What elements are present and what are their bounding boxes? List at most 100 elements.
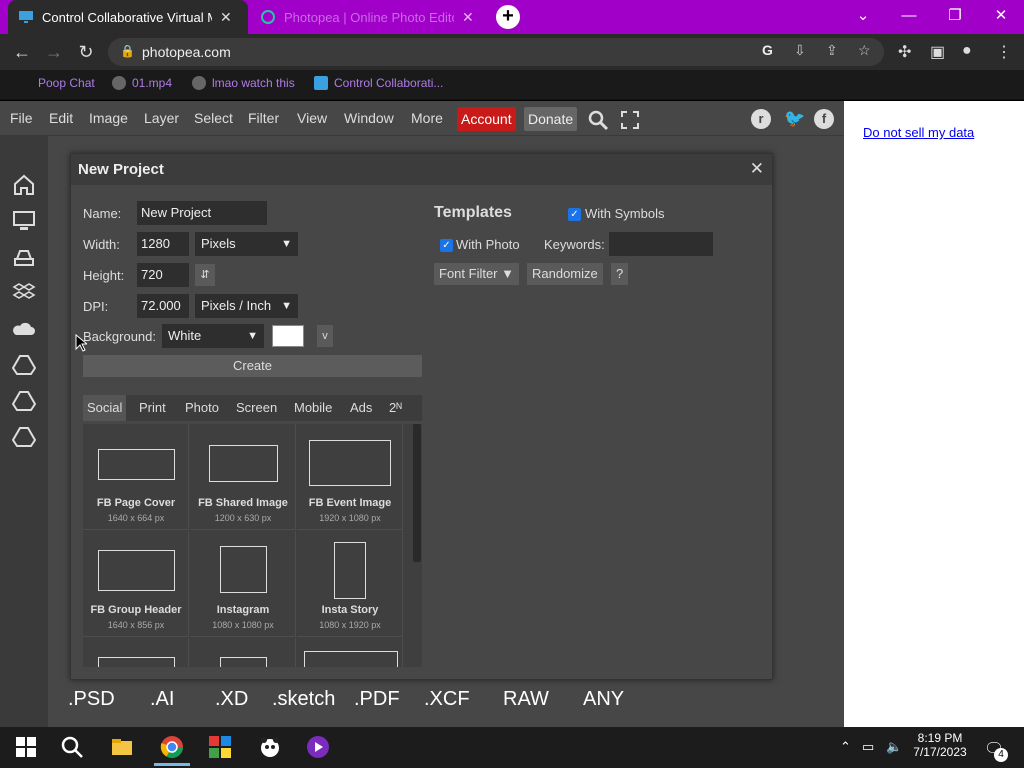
extensions-icon[interactable]: ✣	[898, 42, 911, 62]
forward-icon[interactable]: →	[42, 40, 66, 64]
tab-control-collaborative[interactable]: Control Collaborative Virtual Ma ✕	[8, 0, 248, 34]
dpi-field[interactable]: 72.000	[137, 294, 189, 318]
menu-view[interactable]: View	[297, 110, 327, 126]
onedrive-icon[interactable]	[12, 317, 36, 341]
format-xcf[interactable]: .XCF	[424, 688, 470, 711]
template-card[interactable]: FB Shared Image 1200 x 630 px	[190, 424, 296, 530]
dropbox-icon[interactable]	[12, 281, 36, 305]
panda-app-icon[interactable]	[258, 735, 282, 759]
height-field[interactable]: 720	[137, 263, 189, 287]
tab-screen[interactable]: Screen	[232, 395, 281, 421]
format-raw[interactable]: RAW	[503, 688, 549, 711]
url-bar[interactable]: 🔒 photopea.com G ⇩ ⇪ ☆	[108, 38, 884, 66]
donate-button[interactable]: Donate	[524, 107, 578, 131]
close-window-button[interactable]: ✕	[978, 0, 1024, 34]
format-xd[interactable]: .XD	[215, 688, 248, 711]
font-filter-button[interactable]: Font Filter ▼	[434, 263, 519, 285]
home-icon[interactable]	[12, 173, 36, 197]
tab-2n[interactable]: 2ᴺ	[385, 395, 406, 421]
background-select[interactable]: White ▼	[162, 324, 264, 348]
side-panel-icon[interactable]: ▣	[930, 42, 945, 62]
bookmark-star-icon[interactable]: ☆	[858, 42, 871, 59]
fullscreen-icon[interactable]	[621, 111, 639, 129]
search-icon[interactable]	[587, 109, 609, 131]
with-photo-checkbox[interactable]: ✓	[440, 239, 453, 252]
template-card[interactable]: FB Event Image 1920 x 1080 px	[297, 424, 403, 530]
template-card[interactable]: Instagram 1080 x 1080 px	[190, 531, 296, 637]
with-symbols-checkbox[interactable]: ✓	[568, 208, 581, 221]
template-card[interactable]: Insta Story 1080 x 1920 px	[297, 531, 403, 637]
menu-window[interactable]: Window	[344, 110, 394, 126]
chrome-icon[interactable]	[160, 735, 184, 759]
share-icon[interactable]: ⇪	[826, 42, 838, 59]
menu-image[interactable]: Image	[89, 110, 128, 126]
name-field[interactable]: New Project	[137, 201, 267, 225]
template-scrollbar[interactable]	[413, 424, 421, 562]
tab-close-icon[interactable]: ✕	[462, 9, 474, 26]
create-button[interactable]: Create	[83, 355, 422, 377]
clock[interactable]: 8:19 PM 7/17/2023	[910, 731, 970, 759]
background-more-button[interactable]: v	[317, 325, 333, 347]
tab-print[interactable]: Print	[135, 395, 170, 421]
restore-button[interactable]: ❐	[932, 0, 978, 34]
menu-edit[interactable]: Edit	[49, 110, 73, 126]
google-drive-icon[interactable]	[12, 389, 36, 413]
facebook-icon[interactable]: f	[814, 109, 834, 129]
more-menu-icon[interactable]: ⋮	[996, 42, 1012, 62]
tab-close-icon[interactable]: ✕	[220, 9, 232, 26]
google-icon[interactable]: G	[762, 42, 773, 58]
google-drive-icon[interactable]	[12, 425, 36, 449]
bookmark-poop-chat[interactable]: Poop Chat	[38, 76, 95, 90]
tab-photo[interactable]: Photo	[181, 395, 223, 421]
help-button[interactable]: ?	[611, 263, 629, 285]
dpi-unit-select[interactable]: Pixels / Inch ▼	[195, 294, 298, 318]
tab-mobile[interactable]: Mobile	[290, 395, 336, 421]
dialog-title-bar[interactable]: New Project ✕	[71, 154, 772, 185]
template-card[interactable]	[297, 638, 403, 667]
menu-more[interactable]: More	[411, 110, 443, 126]
keywords-field[interactable]	[609, 232, 713, 256]
hard-drive-icon[interactable]	[12, 245, 36, 269]
minimize-button[interactable]: —	[886, 0, 932, 34]
reddit-icon[interactable]: r	[751, 109, 771, 129]
google-drive-icon[interactable]	[12, 353, 36, 377]
menu-file[interactable]: File	[10, 110, 33, 126]
format-any[interactable]: ANY	[583, 688, 624, 711]
template-card[interactable]: FB Page Cover 1640 x 664 px	[83, 424, 189, 530]
width-unit-select[interactable]: Pixels ▼	[195, 232, 298, 256]
template-card[interactable]	[190, 638, 296, 667]
format-sketch[interactable]: .sketch	[272, 688, 335, 711]
media-player-icon[interactable]	[306, 735, 330, 759]
menu-layer[interactable]: Layer	[144, 110, 179, 126]
format-pdf[interactable]: .PDF	[354, 688, 400, 711]
width-field[interactable]: 1280	[137, 232, 189, 256]
menu-filter[interactable]: Filter	[248, 110, 279, 126]
template-card[interactable]	[83, 638, 189, 667]
randomize-button[interactable]: Randomize	[527, 263, 603, 285]
new-tab-button[interactable]: +	[496, 5, 520, 29]
menu-select[interactable]: Select	[194, 110, 233, 126]
template-card[interactable]: FB Group Header 1640 x 856 px	[83, 531, 189, 637]
volume-icon[interactable]: 🔈	[886, 739, 902, 755]
do-not-sell-link[interactable]: Do not sell my data	[863, 125, 974, 140]
profile-icon[interactable]: ●	[962, 42, 972, 60]
app-grid-icon[interactable]	[208, 735, 232, 759]
background-color-swatch[interactable]	[272, 325, 304, 347]
bookmark-lmao[interactable]: lmao watch this	[192, 76, 295, 90]
network-icon[interactable]: ▭	[862, 739, 874, 755]
monitor-icon[interactable]	[12, 209, 36, 233]
twitter-icon[interactable]: 🐦	[784, 109, 805, 129]
back-icon[interactable]: ←	[10, 40, 34, 64]
close-icon[interactable]: ✕	[750, 159, 764, 179]
format-ai[interactable]: .AI	[150, 688, 174, 711]
file-explorer-icon[interactable]	[110, 735, 134, 759]
bookmark-control-collaborative[interactable]: Control Collaborati...	[314, 76, 443, 90]
show-hidden-icons[interactable]: ⌃	[840, 739, 851, 755]
reload-icon[interactable]: ↻	[74, 40, 98, 64]
format-psd[interactable]: .PSD	[68, 688, 115, 711]
bookmark-01-mp4[interactable]: 01.mp4	[112, 76, 172, 90]
tab-ads[interactable]: Ads	[346, 395, 376, 421]
install-app-icon[interactable]: ⇩	[794, 42, 806, 59]
windows-start-icon[interactable]	[14, 735, 38, 759]
tab-social[interactable]: Social	[83, 395, 127, 421]
